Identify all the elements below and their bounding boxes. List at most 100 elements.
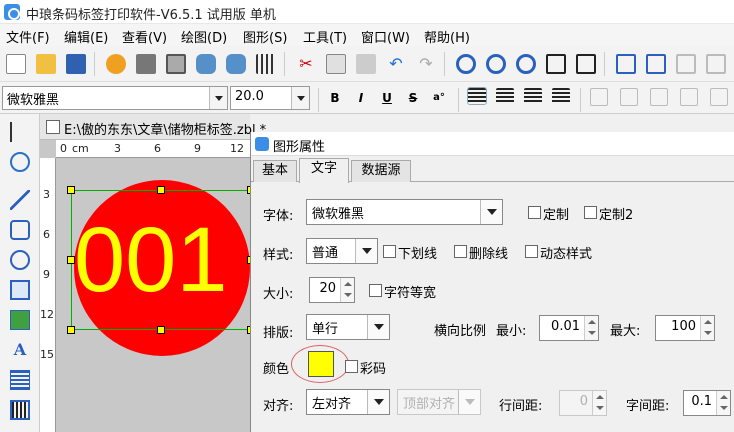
cut-icon[interactable]: ✂ [296,54,316,74]
database-settings-icon[interactable] [226,54,246,74]
text-effect-icon[interactable]: a° [430,89,448,107]
chevron-down-icon[interactable] [367,390,389,414]
align-justify-icon[interactable] [552,88,570,104]
align-select[interactable]: 左对齐 [306,389,390,415]
style-select[interactable]: 普通 [306,238,378,264]
chevron-down-icon[interactable] [458,390,480,414]
underline-checkbox[interactable] [383,245,396,258]
align-objects-right-icon[interactable] [650,88,668,106]
selection-box [71,190,251,330]
size-stepper[interactable]: 20 [309,277,355,303]
menu-view[interactable]: 查看(V) [122,27,167,46]
resize-handle[interactable] [67,326,75,334]
bold-button[interactable]: B [326,89,344,107]
text-tool-icon[interactable]: A [10,340,30,360]
text-color-swatch[interactable] [308,351,334,377]
unlock-icon[interactable] [706,54,726,74]
font-size-select[interactable]: 20.0 [230,86,310,110]
vertical-align-select[interactable]: 顶部对齐 [397,389,481,415]
tab-text[interactable]: 文字 [299,158,349,183]
char-equal-width-checkbox[interactable] [369,284,382,297]
spinner-arrows-icon[interactable] [584,316,598,340]
menu-help[interactable]: 帮助(H) [424,27,470,46]
italic-button[interactable]: I [352,89,370,107]
resize-handle[interactable] [157,186,165,194]
tab-datasource[interactable]: 数据源 [351,160,411,182]
align-objects-top-icon[interactable] [680,88,698,106]
font-select[interactable]: 微软雅黑 [306,199,503,225]
group-icon[interactable] [616,54,636,74]
pointer-tool-icon[interactable] [10,122,30,142]
tab-basic[interactable]: 基本 [253,160,297,182]
custom-checkbox[interactable] [528,206,541,219]
min-label: 最小: [496,324,527,339]
undo-icon[interactable]: ↶ [386,54,406,74]
resize-handle[interactable] [67,256,75,264]
custom2-checkbox[interactable] [584,206,597,219]
char-spacing-stepper[interactable]: 0.1 [683,390,731,416]
menu-shape[interactable]: 图形(S) [243,27,287,46]
align-left-icon[interactable] [467,87,487,105]
align-objects-center-icon[interactable] [620,88,638,106]
zoom-out-icon[interactable] [486,54,506,74]
strike-button[interactable]: S [404,89,422,107]
rotate-tool-icon[interactable] [10,152,30,172]
barcode-tool-icon[interactable] [10,400,30,420]
menu-window[interactable]: 窗口(W) [361,27,410,46]
grid-icon[interactable] [256,54,276,74]
align-objects-left-icon[interactable] [590,88,608,106]
spinner-arrows-icon[interactable] [700,316,714,340]
max-scale-stepper[interactable]: 100 [655,315,715,341]
menu-tools[interactable]: 工具(T) [303,27,347,46]
open-file-icon[interactable] [36,54,56,74]
rich-text-tool-icon[interactable] [10,370,30,390]
strikethrough-checkbox[interactable] [454,245,467,258]
spinner-arrows-icon[interactable] [340,278,354,302]
chevron-down-icon[interactable] [291,87,309,109]
chevron-down-icon[interactable] [480,200,502,224]
spinner-arrows-icon[interactable] [592,391,606,415]
print-icon[interactable] [136,54,156,74]
menu-draw[interactable]: 绘图(D) [181,27,227,46]
print-preview-icon[interactable] [166,54,186,74]
database-icon[interactable] [196,54,216,74]
line-spacing-stepper[interactable]: 0 [559,390,607,416]
resize-handle[interactable] [67,186,75,194]
copy-icon[interactable] [326,54,346,74]
actual-size-icon[interactable] [576,54,596,74]
dynamic-style-checkbox[interactable] [525,245,538,258]
chevron-down-icon[interactable] [367,315,389,339]
font-name-select[interactable]: 微软雅黑 [2,86,228,110]
vertical-align-value: 顶部对齐 [403,397,456,412]
chevron-down-icon[interactable] [209,87,227,109]
zoom-in-icon[interactable] [456,54,476,74]
document-tab[interactable]: E:\傲的东东\文章\储物柜标签.zbl * [40,114,266,140]
min-scale-stepper[interactable]: 0.01 [539,315,599,341]
ellipse-tool-icon[interactable] [10,250,30,270]
align-center-icon[interactable] [496,88,514,104]
menu-edit[interactable]: 编辑(E) [64,27,108,46]
settings-icon[interactable] [106,54,126,74]
underline-button[interactable]: U [378,89,396,107]
paste-icon[interactable] [356,54,376,74]
picture-tool-icon[interactable] [10,310,30,330]
layout-select[interactable]: 单行 [306,314,390,340]
label-canvas[interactable]: 0 cm 3 6 9 12 3 6 9 12 15 001 [40,140,252,432]
redo-icon[interactable]: ↷ [416,54,436,74]
color-code-checkbox[interactable] [345,360,358,373]
image-tool-icon[interactable] [10,280,30,300]
chevron-down-icon[interactable] [355,239,377,263]
save-icon[interactable] [66,54,86,74]
align-objects-bottom-icon[interactable] [710,88,728,106]
align-right-icon[interactable] [524,88,542,104]
menu-file[interactable]: 文件(F) [6,27,50,46]
rectangle-tool-icon[interactable] [10,220,30,240]
fit-page-icon[interactable] [546,54,566,74]
lock-icon[interactable] [676,54,696,74]
ungroup-icon[interactable] [646,54,666,74]
resize-handle[interactable] [157,326,165,334]
line-tool-icon[interactable] [10,190,30,210]
new-file-icon[interactable] [6,54,26,74]
spinner-arrows-icon[interactable] [716,391,730,415]
zoom-icon[interactable] [516,54,536,74]
